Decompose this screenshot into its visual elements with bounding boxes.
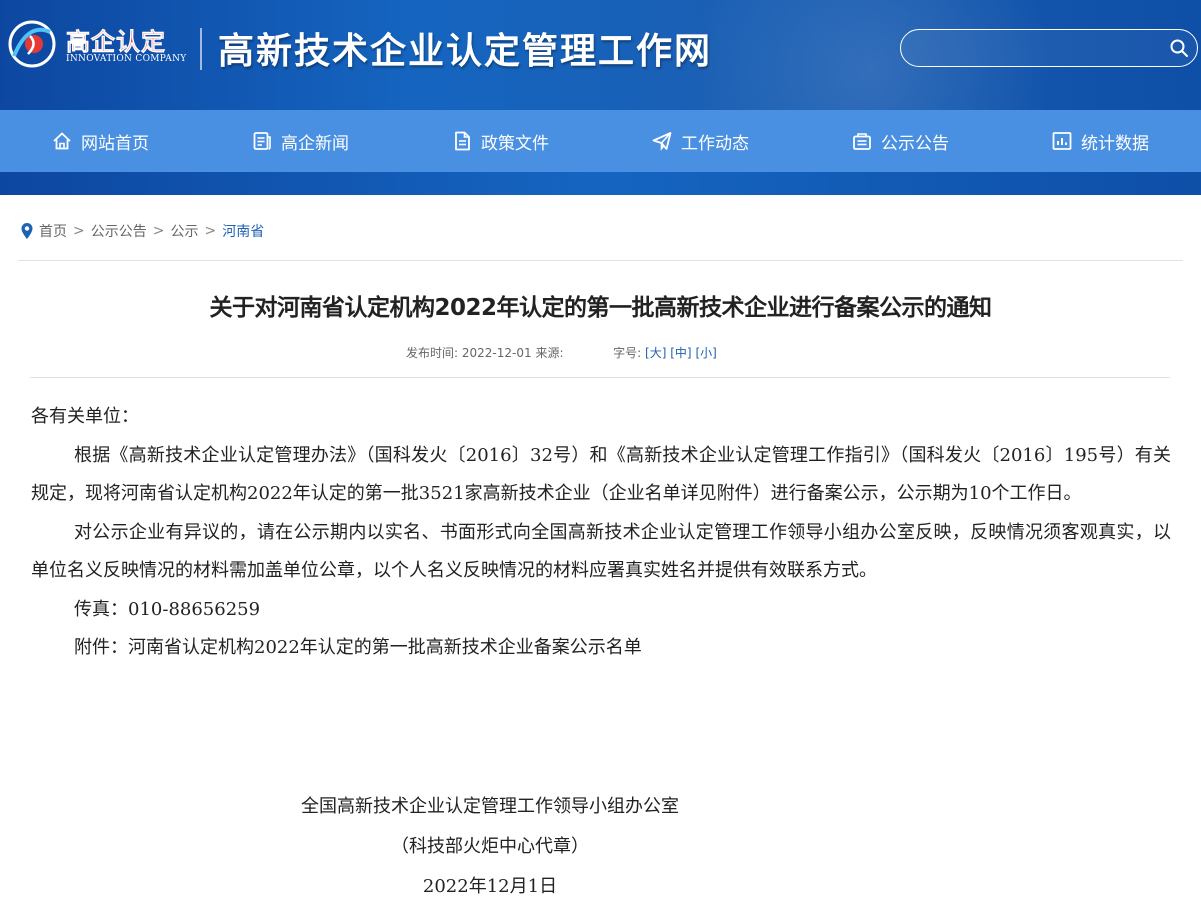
salutation: 各有关单位： bbox=[31, 406, 139, 427]
publish-date: 2022-12-01 bbox=[461, 346, 532, 360]
article-body: 各有关单位： 根据《高新技术企业认定管理办法》（国科发火〔2016〕32号）和《… bbox=[31, 398, 1171, 668]
breadcrumb-separator: > bbox=[204, 223, 217, 239]
chart-icon bbox=[1052, 132, 1072, 150]
breadcrumb-henan[interactable]: 河南省 bbox=[222, 221, 264, 241]
body-paragraph: 根据《高新技术企业认定管理办法》（国科发火〔2016〕32号）和《高新技术企业认… bbox=[31, 444, 1171, 505]
nav-item-policy[interactable]: 政策文件 bbox=[400, 110, 600, 172]
attachment-link[interactable]: 附件：河南省认定机构2022年认定的第一批高新技术企业备案公示名单 bbox=[31, 629, 1171, 668]
main-nav: 网站首页 高企新闻 政策文件 工作动态 公示公告 统计数据 bbox=[0, 110, 1201, 172]
nav-item-statistics[interactable]: 统计数据 bbox=[1000, 110, 1200, 172]
document-icon bbox=[455, 131, 470, 151]
location-pin-icon bbox=[21, 223, 33, 239]
fax-line: 传真：010-88656259 bbox=[74, 598, 261, 620]
search-box[interactable] bbox=[900, 29, 1198, 67]
site-header: 高企认定 INNOVATION COMPANY 高新技术企业认定管理工作网 bbox=[0, 0, 1201, 110]
breadcrumb-separator: > bbox=[73, 223, 85, 239]
nav-item-home[interactable]: 网站首页 bbox=[0, 110, 200, 172]
nav-item-label: 网站首页 bbox=[81, 133, 149, 154]
body-paragraph: 对公示企业有异议的，请在公示期内以实名、书面形式向全国高新技术企业认定管理工作领… bbox=[31, 521, 1171, 582]
search-input[interactable] bbox=[915, 38, 1159, 60]
logo-subtext: INNOVATION COMPANY bbox=[66, 54, 187, 64]
signature-seal: （科技部火炬中心代章） bbox=[391, 836, 589, 857]
breadcrumb-announcements[interactable]: 公示公告 bbox=[91, 221, 147, 241]
news-icon bbox=[253, 132, 271, 150]
announcement-icon bbox=[853, 133, 871, 150]
logo-divider bbox=[200, 28, 202, 70]
breadcrumb-divider bbox=[18, 260, 1183, 261]
nav-item-label: 政策文件 bbox=[481, 133, 549, 154]
publish-label: 发布时间: bbox=[406, 346, 459, 360]
breadcrumb-notice[interactable]: 公示 bbox=[170, 221, 198, 241]
site-logo[interactable]: 高企认定 INNOVATION COMPANY bbox=[2, 14, 192, 74]
logo-text: 高企认定 bbox=[66, 28, 166, 57]
meta-divider bbox=[30, 377, 1170, 378]
search-icon[interactable] bbox=[1169, 38, 1189, 58]
breadcrumb: 首页 > 公示公告 > 公示 > 河南省 bbox=[20, 220, 264, 242]
nav-item-announcements[interactable]: 公示公告 bbox=[800, 110, 1000, 172]
nav-item-label: 高企新闻 bbox=[281, 133, 349, 154]
font-size-label: 字号: bbox=[613, 346, 642, 360]
signature-org: 全国高新技术企业认定管理工作领导小组办公室 bbox=[301, 796, 679, 817]
article-title: 关于对河南省认定机构2022年认定的第一批高新技术企业进行备案公示的通知 bbox=[209, 295, 992, 321]
breadcrumb-separator: > bbox=[152, 223, 165, 239]
nav-bottom-band bbox=[0, 172, 1201, 195]
font-size-small-link[interactable]: [小] bbox=[695, 346, 716, 360]
nav-item-work-updates[interactable]: 工作动态 bbox=[600, 110, 800, 172]
logo-mark-icon bbox=[8, 20, 56, 68]
signature-date: 2022年12月1日 bbox=[422, 876, 558, 897]
nav-item-label: 工作动态 bbox=[681, 133, 749, 154]
paper-plane-icon bbox=[652, 132, 672, 151]
home-icon bbox=[53, 132, 71, 150]
article-meta: 发布时间: 2022-12-01 来源: 字号: [大] [中] [小] bbox=[406, 344, 717, 361]
nav-item-label: 统计数据 bbox=[1081, 133, 1149, 154]
breadcrumb-home[interactable]: 首页 bbox=[39, 221, 67, 241]
source-label: 来源: bbox=[535, 346, 564, 360]
site-title: 高新技术企业认定管理工作网 bbox=[218, 30, 713, 72]
nav-item-label: 公示公告 bbox=[881, 133, 949, 154]
nav-item-news[interactable]: 高企新闻 bbox=[200, 110, 400, 172]
font-size-medium-link[interactable]: [中] bbox=[670, 346, 691, 360]
font-size-large-link[interactable]: [大] bbox=[645, 346, 666, 360]
